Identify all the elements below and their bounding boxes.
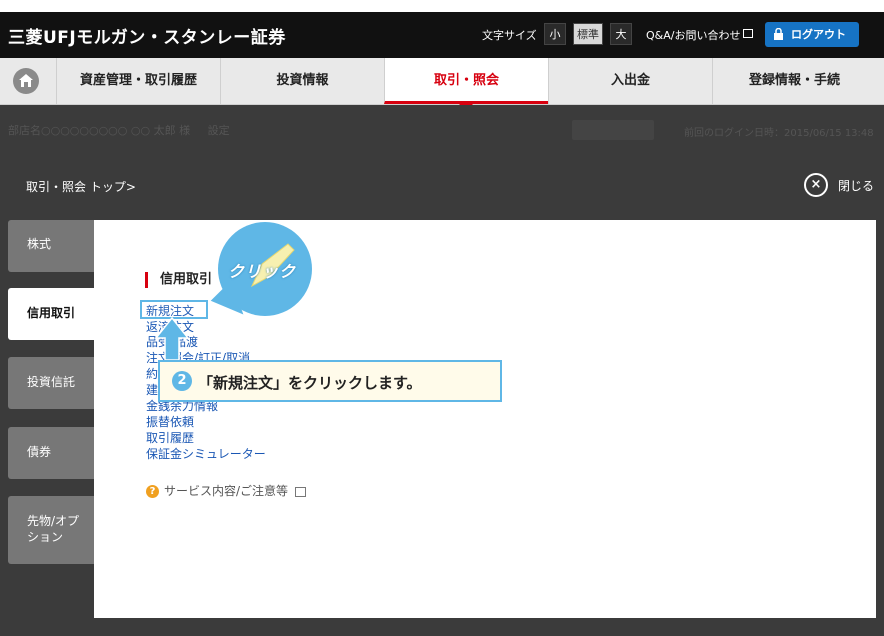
lock-icon xyxy=(774,28,783,40)
sidebar-item-investment-trust[interactable]: 投資信託 xyxy=(8,357,94,409)
home-icon xyxy=(19,74,33,87)
external-window-icon xyxy=(295,486,307,497)
link-margin-simulator[interactable]: 保証金シミュレーター xyxy=(146,447,266,462)
close-icon[interactable]: × xyxy=(804,173,828,197)
logout-label: ログアウト xyxy=(791,28,846,41)
font-size-large-button[interactable]: 大 xyxy=(610,23,632,45)
top-header: 三菱UFJモルガン・スタンレー証券 文字サイズ 小 標準 大 Q&A/お問い合わ… xyxy=(0,12,884,58)
link-trade-history[interactable]: 取引履歴 xyxy=(146,431,194,446)
nav-deposit-withdrawal[interactable]: 入出金 xyxy=(548,58,712,104)
close-button[interactable]: 閉じる xyxy=(838,177,874,194)
dimmed-badge xyxy=(572,120,654,140)
brand-logo[interactable]: 三菱UFJモルガン・スタンレー証券 xyxy=(8,23,286,48)
external-window-icon xyxy=(743,29,753,38)
section-title: 信用取引 xyxy=(145,272,212,288)
main-nav: 資産管理・取引履歴 投資情報 取引・照会 入出金 登録情報・手続 xyxy=(0,58,884,105)
breadcrumb[interactable]: 取引・照会 トップ> xyxy=(26,178,136,195)
link-transfer-request[interactable]: 振替依頼 xyxy=(146,415,194,430)
sidebar-item-margin-trading[interactable]: 信用取引 xyxy=(8,288,98,340)
nav-investment-info[interactable]: 投資情報 xyxy=(220,58,384,104)
font-size-standard-button[interactable]: 標準 xyxy=(573,23,603,45)
font-size-small-button[interactable]: 小 xyxy=(544,23,566,45)
sidebar-item-stocks[interactable]: 株式 xyxy=(8,220,94,272)
last-login-dimmed: 前回のログイン日時：2015/06/15 13:48 xyxy=(684,128,874,139)
nav-registration[interactable]: 登録情報・手続 xyxy=(712,58,876,104)
question-icon: ? xyxy=(146,485,159,498)
qa-contact-link[interactable]: Q&A/お問い合わせ xyxy=(646,27,740,43)
click-bubble-text: クリック xyxy=(228,262,297,281)
sidebar-item-futures-options[interactable]: 先物/オプション xyxy=(8,496,94,564)
nav-trade-inquiry[interactable]: 取引・照会 xyxy=(384,58,548,104)
logout-button[interactable]: ログアウト xyxy=(765,22,859,47)
home-button[interactable] xyxy=(13,68,39,94)
service-info-link[interactable]: ? サービス内容/ご注意等 xyxy=(146,482,307,499)
instruction-callout: 2 「新規注文」をクリックします。 xyxy=(158,360,502,402)
arrow-pointer-icon xyxy=(154,316,190,361)
font-size-label: 文字サイズ xyxy=(482,29,537,42)
account-name: 部店名○○○○○○○○○ ○○ 太郎 様 xyxy=(8,124,191,137)
step-number: 2 xyxy=(172,371,192,391)
settings-link: 設定 xyxy=(207,124,230,137)
service-info-label: サービス内容/ご注意等 xyxy=(164,484,289,498)
account-info-dimmed: 部店名○○○○○○○○○ ○○ 太郎 様 設定 xyxy=(8,122,230,138)
instruction-text: 「新規注文」をクリックします。 xyxy=(198,374,422,392)
nav-asset-management[interactable]: 資産管理・取引履歴 xyxy=(56,58,220,104)
sidebar-item-bonds[interactable]: 債券 xyxy=(8,427,94,479)
